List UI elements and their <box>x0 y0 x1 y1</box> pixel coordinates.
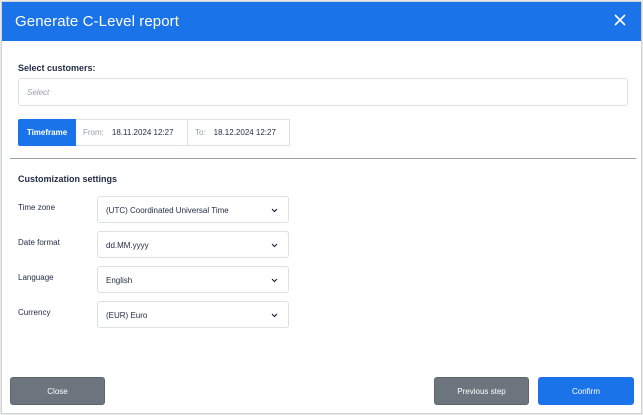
previous-step-button[interactable]: Previous step <box>434 377 529 405</box>
close-button[interactable]: Close <box>10 377 105 405</box>
section-divider <box>10 158 636 159</box>
language-label: Language <box>18 273 54 282</box>
to-label: To: <box>195 128 206 137</box>
timeframe-group: Timeframe From: 18.11.2024 12:27 To: 18.… <box>18 119 290 146</box>
from-label: From: <box>83 128 104 137</box>
close-icon[interactable] <box>611 11 629 29</box>
timeframe-button[interactable]: Timeframe <box>18 119 76 146</box>
timezone-select[interactable]: (UTC) Coordinated Universal Time <box>97 196 289 223</box>
to-date-value: 18.12.2024 12:27 <box>213 128 276 137</box>
customers-select[interactable]: Select <box>18 78 628 106</box>
timezone-value: (UTC) Coordinated Universal Time <box>106 206 229 215</box>
chevron-down-icon <box>271 208 278 213</box>
date-format-value: dd.MM.yyyy <box>106 241 149 250</box>
to-date-field[interactable]: To: 18.12.2024 12:27 <box>188 119 290 146</box>
currency-value: (EUR) Euro <box>106 311 148 320</box>
timezone-label: Time zone <box>18 203 56 212</box>
dialog-header: Generate C-Level report <box>2 2 641 41</box>
language-value: English <box>106 276 133 285</box>
currency-label: Currency <box>18 308 51 317</box>
from-date-field[interactable]: From: 18.11.2024 12:27 <box>76 119 188 146</box>
from-date-value: 18.11.2024 12:27 <box>111 128 174 137</box>
select-customers-label: Select customers: <box>18 63 96 73</box>
dialog-title: Generate C-Level report <box>15 13 180 30</box>
currency-select[interactable]: (EUR) Euro <box>97 301 289 328</box>
chevron-down-icon <box>271 278 278 283</box>
report-dialog: Generate C-Level report Select customers… <box>1 1 642 414</box>
chevron-down-icon <box>271 313 278 318</box>
confirm-button[interactable]: Confirm <box>538 377 634 405</box>
customization-title: Customization settings <box>18 174 118 184</box>
date-format-select[interactable]: dd.MM.yyyy <box>97 231 289 258</box>
date-format-label: Date format <box>18 238 60 247</box>
language-select[interactable]: English <box>97 266 289 293</box>
customers-select-placeholder: Select <box>27 88 50 97</box>
chevron-down-icon <box>271 243 278 248</box>
